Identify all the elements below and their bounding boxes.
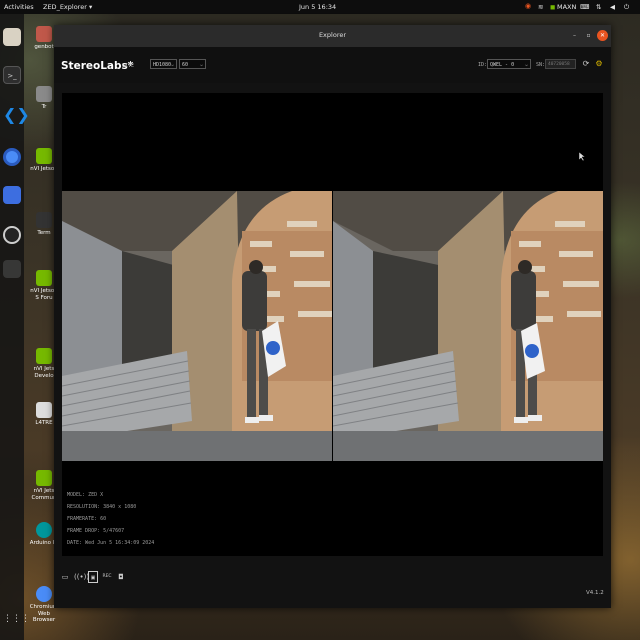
home-folder-icon (36, 26, 52, 42)
window-title: Explorer (318, 31, 347, 39)
refresh-icon[interactable]: ⟳ (581, 59, 591, 69)
nvidia-icon (36, 270, 52, 286)
left-camera-image (62, 191, 332, 461)
record-button[interactable]: REC (100, 571, 114, 583)
nvidia-icon (36, 348, 52, 364)
nvidia-icon[interactable]: ◼ (550, 3, 555, 11)
info-frame-drop: FRAME DROP: 5/47607 (67, 528, 125, 534)
terminal-icon (36, 212, 52, 228)
app-toolbar: StereoLabs* LIVE HD1080 ⌵ 60 ⌵ ID: QWEL … (54, 47, 611, 83)
version-label: V4.1.2 (586, 590, 604, 596)
keyboard-icon[interactable]: ⌨ (580, 3, 589, 11)
chevron-down-icon: ⌵ (170, 62, 174, 68)
desktop-icon-label: Tr (41, 104, 47, 110)
vscode-icon[interactable]: ❮❯ (3, 106, 30, 124)
screenshot-tool-icon[interactable] (3, 186, 21, 204)
fps-value: 60 (182, 62, 189, 68)
zed-explorer-icon[interactable] (3, 260, 21, 278)
files-icon[interactable] (3, 28, 21, 46)
bottom-toolbar: ▭ ((•)) ▣ REC ◘ V4.1.2 (54, 563, 611, 608)
chromium-icon (36, 586, 52, 602)
power-icon[interactable]: ⏻ (624, 3, 629, 12)
camera-snapshot-icon[interactable]: ◘ (116, 571, 126, 583)
app-menu[interactable]: ZED_Explorer ▾ (43, 3, 92, 11)
resolution-value: HD1080 (153, 62, 172, 68)
right-camera-image (333, 191, 603, 461)
camera-info-panel: MODEL: ZED X RESOLUTION: 3840 x 1080 FRA… (67, 489, 154, 549)
folder-icon[interactable]: ▭ (60, 571, 70, 583)
document-icon (36, 402, 52, 418)
fps-select[interactable]: 60 ⌵ (179, 59, 206, 69)
desktop-icon-label: Term (37, 230, 51, 236)
camera-id-label: ID: (478, 62, 488, 68)
info-model: MODEL: ZED X (67, 492, 104, 498)
resolution-select[interactable]: HD1080 ⌵ (150, 59, 177, 69)
dock: >_ ❮❯ ⋮⋮⋮ (0, 14, 30, 640)
desktop-icon-label: genbot (34, 44, 54, 50)
stereo-video-feed (62, 191, 603, 461)
serial-number-field: 40720058 (545, 59, 576, 69)
settings-gear-icon[interactable]: ⚙ (594, 59, 604, 69)
desktop-icon-label: nVI Jets Commun (31, 488, 57, 501)
explorer-window: Explorer – ▫ ✕ StereoLabs* LIVE HD1080 ⌵… (54, 25, 611, 608)
stream-icon[interactable]: ((•)) (74, 571, 89, 583)
video-viewer: MODEL: ZED X RESOLUTION: 3840 x 1080 FRA… (62, 93, 603, 556)
minimize-icon[interactable]: – (570, 31, 579, 40)
live-label: LIVE (122, 63, 135, 69)
svo-icon[interactable]: ▣ (88, 571, 98, 583)
show-apps-icon[interactable]: ⋮⋮⋮ (3, 610, 30, 628)
serial-number-label: SN: (536, 62, 546, 68)
chevron-down-icon: ⌵ (199, 62, 203, 68)
top-bar: Activities ZED_Explorer ▾ Jun 5 16:34 ◉ … (0, 0, 640, 14)
desktop-icon-label: nVI Jets Develo (33, 366, 55, 379)
app-indicator-icon[interactable]: ◉ (525, 2, 531, 10)
volume-icon[interactable]: ◀ (610, 3, 615, 11)
nvidia-icon (36, 148, 52, 164)
network-icon[interactable]: ⇅ (596, 3, 601, 11)
arduino-icon (36, 522, 52, 538)
chromium-icon[interactable] (3, 148, 21, 166)
desktop-icon-label: L4TRE (35, 420, 53, 426)
camera-id-value: QWEL - 0 (490, 62, 515, 68)
obs-icon[interactable] (3, 226, 21, 244)
clock[interactable]: Jun 5 16:34 (299, 3, 336, 11)
mouse-cursor-icon (578, 146, 586, 162)
window-titlebar[interactable]: Explorer – ▫ ✕ (54, 25, 611, 47)
maximize-icon[interactable]: ▫ (584, 31, 593, 40)
info-date: DATE: Wed Jun 5 16:34:09 2024 (67, 540, 155, 546)
info-framerate: FRAMERATE: 60 (67, 516, 107, 522)
activities-button[interactable]: Activities (4, 3, 34, 11)
info-resolution: RESOLUTION: 3840 x 1080 (67, 504, 137, 510)
power-mode-label[interactable]: MAXN (557, 3, 576, 11)
camera-id-select[interactable]: QWEL - 0 ⌵ (487, 59, 531, 69)
nvidia-icon (36, 470, 52, 486)
wifi-icon[interactable]: ≋ (538, 3, 543, 11)
chevron-down-icon: ⌵ (524, 62, 528, 68)
trash-icon (36, 86, 52, 102)
close-icon[interactable]: ✕ (597, 30, 608, 41)
terminal-icon[interactable]: >_ (3, 66, 21, 84)
